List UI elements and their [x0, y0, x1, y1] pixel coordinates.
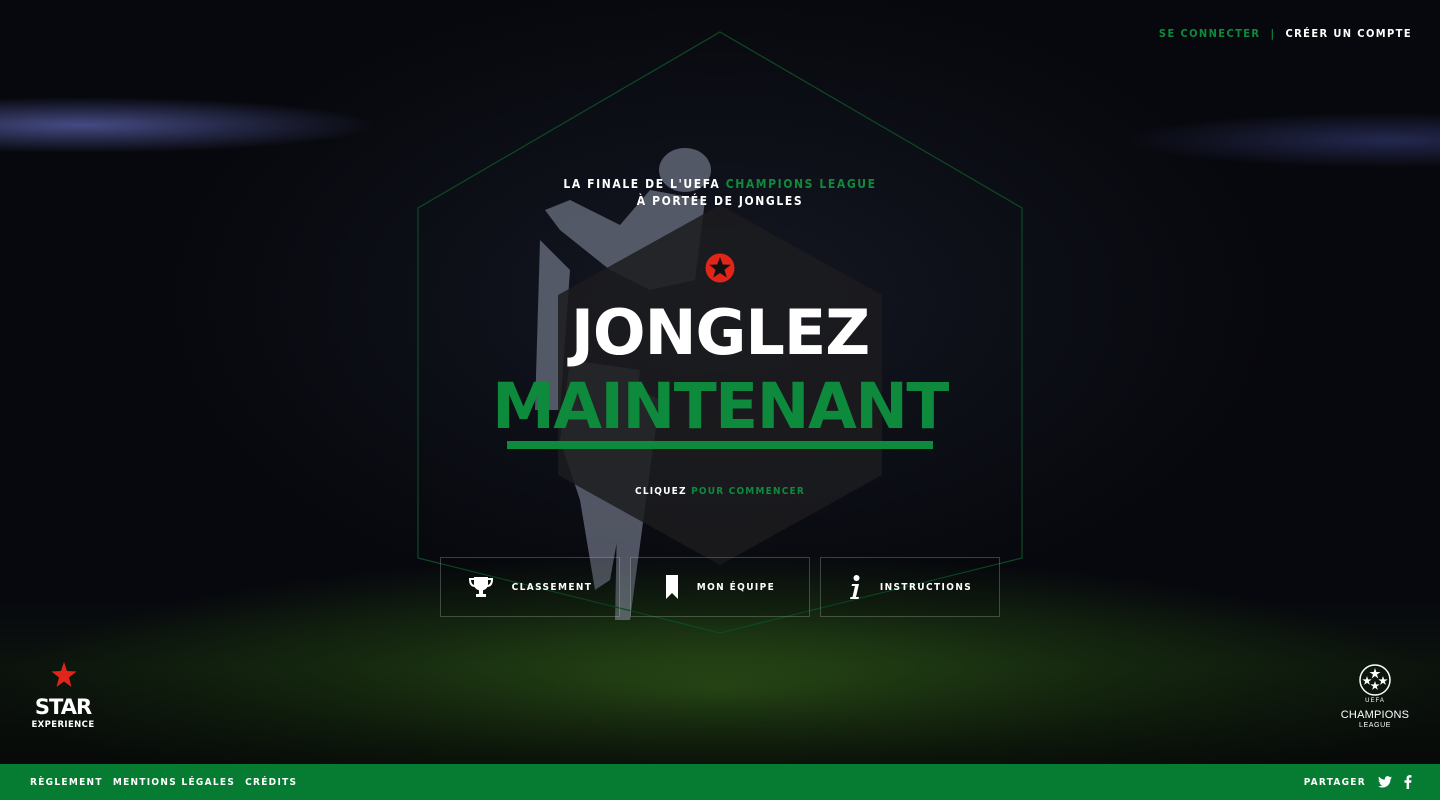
tagline-accent: CHAMPIONS LEAGUE [725, 177, 877, 191]
star-badge-icon [705, 253, 735, 283]
trophy-icon [468, 577, 493, 597]
hero-title: JONGLEZ [570, 296, 870, 369]
footer-links: RÈGLEMENT MENTIONS LÉGALES CRÉDITS [30, 777, 297, 788]
nav-separator: | [1270, 27, 1276, 40]
hero-tagline: LA FINALE DE L'UEFA CHAMPIONS LEAGUE À P… [520, 176, 920, 210]
top-nav: SE CONNECTER | CRÉER UN COMPTE [1159, 27, 1412, 40]
credits-link[interactable]: CRÉDITS [245, 777, 297, 788]
footer-bar: RÈGLEMENT MENTIONS LÉGALES CRÉDITS PARTA… [0, 764, 1440, 800]
tagline-prefix: LA FINALE DE L'UEFA [563, 177, 721, 191]
info-icon [849, 575, 860, 599]
tagline-line2: À PORTÉE DE JONGLES [636, 194, 804, 208]
facebook-icon[interactable] [1404, 775, 1412, 789]
bookmark-icon [665, 575, 678, 599]
login-link[interactable]: SE CONNECTER [1159, 27, 1261, 40]
ranking-label: CLASSEMENT [511, 581, 593, 593]
ucl-line3: LEAGUE [1359, 722, 1391, 729]
hero-underline [507, 441, 933, 449]
start-cta[interactable]: CLIQUEZ POUR COMMENCER [520, 486, 920, 497]
legal-notice-link[interactable]: MENTIONS LÉGALES [113, 777, 235, 788]
my-team-label: MON ÉQUIPE [696, 581, 776, 593]
star-experience-logo: STAR EXPERIENCE [26, 662, 100, 734]
cta-accent: POUR COMMENCER [691, 486, 805, 497]
signup-link[interactable]: CRÉER UN COMPTE [1285, 27, 1412, 40]
share-label: PARTAGER [1303, 776, 1366, 788]
my-team-button[interactable]: MON ÉQUIPE [630, 557, 810, 617]
rules-link[interactable]: RÈGLEMENT [30, 777, 103, 788]
instructions-button[interactable]: INSTRUCTIONS [820, 557, 1000, 617]
hero-subtitle: MAINTENANT [492, 370, 949, 443]
logo-sub: EXPERIENCE [31, 720, 95, 730]
champions-league-logo: UEFA CHAMPIONS LEAGUE [1336, 664, 1414, 734]
starball-icon [1359, 664, 1391, 696]
share-group: PARTAGER [1304, 775, 1412, 789]
twitter-icon[interactable] [1378, 776, 1392, 788]
ucl-line1: UEFA [1365, 698, 1385, 704]
instructions-label: INSTRUCTIONS [879, 581, 973, 593]
red-star-icon [51, 662, 77, 687]
ucl-line2: CHAMPIONS [1340, 709, 1410, 721]
cta-prefix: CLIQUEZ [635, 486, 687, 497]
ranking-button[interactable]: CLASSEMENT [440, 557, 620, 617]
logo-wordmark: STAR [34, 695, 92, 719]
